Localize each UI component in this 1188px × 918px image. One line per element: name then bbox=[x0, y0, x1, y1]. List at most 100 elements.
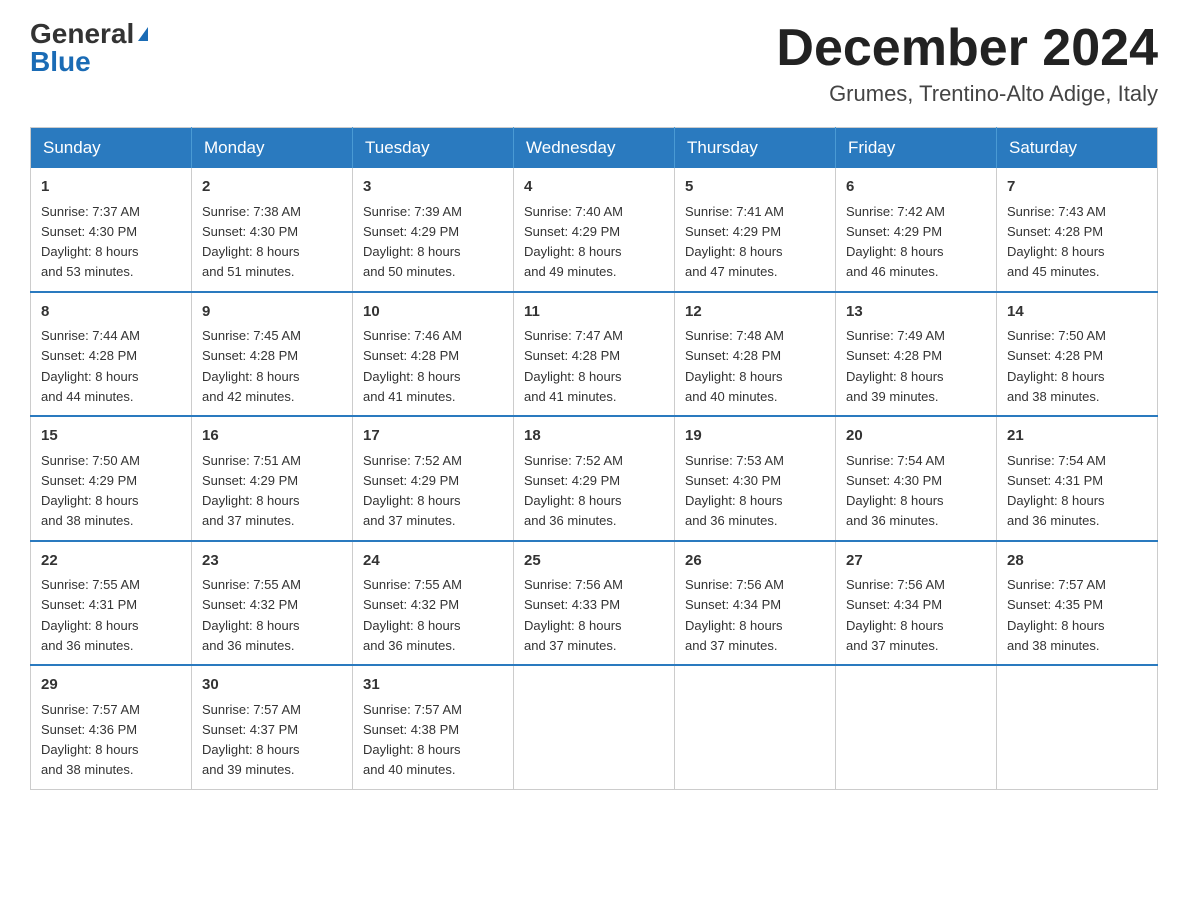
day-info: Sunrise: 7:56 AMSunset: 4:34 PMDaylight:… bbox=[846, 577, 945, 653]
day-number: 2 bbox=[202, 176, 342, 199]
calendar-week-row: 29 Sunrise: 7:57 AMSunset: 4:36 PMDayligh… bbox=[31, 665, 1158, 789]
calendar-day-cell: 26Sunrise: 7:56 AMSunset: 4:34 PMDayligh… bbox=[675, 541, 836, 666]
day-number: 19 bbox=[685, 425, 825, 448]
day-info: Sunrise: 7:52 AMSunset: 4:29 PMDaylight:… bbox=[363, 453, 462, 529]
day-number: 13 bbox=[846, 301, 986, 324]
day-number: 15 bbox=[41, 425, 181, 448]
day-info: Sunrise: 7:43 AMSunset: 4:28 PMDaylight:… bbox=[1007, 204, 1106, 280]
day-info: Sunrise: 7:55 AMSunset: 4:31 PMDaylight:… bbox=[41, 577, 140, 653]
day-number: 11 bbox=[524, 301, 664, 324]
day-info: Sunrise: 7:40 AMSunset: 4:29 PMDaylight:… bbox=[524, 204, 623, 280]
calendar-week-row: 22Sunrise: 7:55 AMSunset: 4:31 PMDayligh… bbox=[31, 541, 1158, 666]
calendar-day-cell: 22Sunrise: 7:55 AMSunset: 4:31 PMDayligh… bbox=[31, 541, 192, 666]
calendar-day-cell: 5 Sunrise: 7:41 AMSunset: 4:29 PMDaylight… bbox=[675, 168, 836, 292]
calendar-day-cell: 31Sunrise: 7:57 AMSunset: 4:38 PMDayligh… bbox=[353, 665, 514, 789]
calendar-day-header: Tuesday bbox=[353, 128, 514, 169]
calendar-week-row: 15 Sunrise: 7:50 AMSunset: 4:29 PMDayligh… bbox=[31, 416, 1158, 541]
calendar-day-cell: 6 Sunrise: 7:42 AMSunset: 4:29 PMDaylight… bbox=[836, 168, 997, 292]
day-number: 5 bbox=[685, 176, 825, 199]
calendar-day-cell: 4 Sunrise: 7:40 AMSunset: 4:29 PMDaylight… bbox=[514, 168, 675, 292]
day-info: Sunrise: 7:53 AMSunset: 4:30 PMDaylight:… bbox=[685, 453, 784, 529]
day-number: 21 bbox=[1007, 425, 1147, 448]
day-number: 20 bbox=[846, 425, 986, 448]
day-info: Sunrise: 7:50 AMSunset: 4:29 PMDaylight:… bbox=[41, 453, 140, 529]
day-number: 1 bbox=[41, 176, 181, 199]
day-number: 23 bbox=[202, 550, 342, 573]
day-info: Sunrise: 7:50 AMSunset: 4:28 PMDaylight:… bbox=[1007, 328, 1106, 404]
day-info: Sunrise: 7:57 AMSunset: 4:37 PMDaylight:… bbox=[202, 702, 301, 778]
logo: General Blue bbox=[30, 20, 148, 76]
day-number: 30 bbox=[202, 674, 342, 697]
day-number: 27 bbox=[846, 550, 986, 573]
day-info: Sunrise: 7:46 AMSunset: 4:28 PMDaylight:… bbox=[363, 328, 462, 404]
day-info: Sunrise: 7:47 AMSunset: 4:28 PMDaylight:… bbox=[524, 328, 623, 404]
calendar-day-cell: 10Sunrise: 7:46 AMSunset: 4:28 PMDayligh… bbox=[353, 292, 514, 417]
day-info: Sunrise: 7:56 AMSunset: 4:33 PMDaylight:… bbox=[524, 577, 623, 653]
day-info: Sunrise: 7:41 AMSunset: 4:29 PMDaylight:… bbox=[685, 204, 784, 280]
day-number: 28 bbox=[1007, 550, 1147, 573]
calendar-day-header: Friday bbox=[836, 128, 997, 169]
page-header: General Blue December 2024 Grumes, Trent… bbox=[30, 20, 1158, 107]
day-info: Sunrise: 7:57 AMSunset: 4:35 PMDaylight:… bbox=[1007, 577, 1106, 653]
calendar-day-cell: 28 Sunrise: 7:57 AMSunset: 4:35 PMDayligh… bbox=[997, 541, 1158, 666]
day-number: 7 bbox=[1007, 176, 1147, 199]
day-number: 8 bbox=[41, 301, 181, 324]
calendar-day-header: Wednesday bbox=[514, 128, 675, 169]
calendar-day-cell: 12 Sunrise: 7:48 AMSunset: 4:28 PMDayligh… bbox=[675, 292, 836, 417]
day-info: Sunrise: 7:57 AMSunset: 4:38 PMDaylight:… bbox=[363, 702, 462, 778]
day-info: Sunrise: 7:55 AMSunset: 4:32 PMDaylight:… bbox=[363, 577, 462, 653]
title-section: December 2024 Grumes, Trentino-Alto Adig… bbox=[776, 20, 1158, 107]
calendar-day-cell: 20 Sunrise: 7:54 AMSunset: 4:30 PMDayligh… bbox=[836, 416, 997, 541]
day-info: Sunrise: 7:52 AMSunset: 4:29 PMDaylight:… bbox=[524, 453, 623, 529]
location-subtitle: Grumes, Trentino-Alto Adige, Italy bbox=[776, 81, 1158, 107]
day-number: 6 bbox=[846, 176, 986, 199]
day-info: Sunrise: 7:55 AMSunset: 4:32 PMDaylight:… bbox=[202, 577, 301, 653]
calendar-day-cell: 9 Sunrise: 7:45 AMSunset: 4:28 PMDaylight… bbox=[192, 292, 353, 417]
calendar-day-cell: 29 Sunrise: 7:57 AMSunset: 4:36 PMDayligh… bbox=[31, 665, 192, 789]
day-number: 17 bbox=[363, 425, 503, 448]
calendar-day-cell bbox=[836, 665, 997, 789]
calendar-day-cell: 19 Sunrise: 7:53 AMSunset: 4:30 PMDayligh… bbox=[675, 416, 836, 541]
calendar-day-cell: 30 Sunrise: 7:57 AMSunset: 4:37 PMDayligh… bbox=[192, 665, 353, 789]
calendar-day-cell: 17 Sunrise: 7:52 AMSunset: 4:29 PMDayligh… bbox=[353, 416, 514, 541]
day-number: 12 bbox=[685, 301, 825, 324]
day-number: 25 bbox=[524, 550, 664, 573]
month-title: December 2024 bbox=[776, 20, 1158, 77]
day-info: Sunrise: 7:54 AMSunset: 4:30 PMDaylight:… bbox=[846, 453, 945, 529]
calendar-day-cell: 23 Sunrise: 7:55 AMSunset: 4:32 PMDayligh… bbox=[192, 541, 353, 666]
day-info: Sunrise: 7:49 AMSunset: 4:28 PMDaylight:… bbox=[846, 328, 945, 404]
calendar-day-cell bbox=[514, 665, 675, 789]
calendar-day-cell: 1 Sunrise: 7:37 AMSunset: 4:30 PMDaylight… bbox=[31, 168, 192, 292]
day-info: Sunrise: 7:38 AMSunset: 4:30 PMDaylight:… bbox=[202, 204, 301, 280]
logo-general-text: General bbox=[30, 20, 134, 48]
calendar-day-cell: 7 Sunrise: 7:43 AMSunset: 4:28 PMDaylight… bbox=[997, 168, 1158, 292]
calendar-day-cell: 27 Sunrise: 7:56 AMSunset: 4:34 PMDayligh… bbox=[836, 541, 997, 666]
day-number: 26 bbox=[685, 550, 825, 573]
calendar-day-cell: 3 Sunrise: 7:39 AMSunset: 4:29 PMDaylight… bbox=[353, 168, 514, 292]
calendar-day-cell: 16 Sunrise: 7:51 AMSunset: 4:29 PMDayligh… bbox=[192, 416, 353, 541]
day-number: 29 bbox=[41, 674, 181, 697]
calendar-day-header: Saturday bbox=[997, 128, 1158, 169]
calendar-day-cell: 8Sunrise: 7:44 AMSunset: 4:28 PMDaylight… bbox=[31, 292, 192, 417]
calendar-day-header: Thursday bbox=[675, 128, 836, 169]
logo-blue-text: Blue bbox=[30, 48, 91, 76]
calendar-day-cell bbox=[997, 665, 1158, 789]
day-info: Sunrise: 7:51 AMSunset: 4:29 PMDaylight:… bbox=[202, 453, 301, 529]
day-info: Sunrise: 7:37 AMSunset: 4:30 PMDaylight:… bbox=[41, 204, 140, 280]
day-info: Sunrise: 7:42 AMSunset: 4:29 PMDaylight:… bbox=[846, 204, 945, 280]
day-info: Sunrise: 7:45 AMSunset: 4:28 PMDaylight:… bbox=[202, 328, 301, 404]
day-number: 4 bbox=[524, 176, 664, 199]
day-info: Sunrise: 7:57 AMSunset: 4:36 PMDaylight:… bbox=[41, 702, 140, 778]
calendar-week-row: 1 Sunrise: 7:37 AMSunset: 4:30 PMDaylight… bbox=[31, 168, 1158, 292]
calendar-table: SundayMondayTuesdayWednesdayThursdayFrid… bbox=[30, 127, 1158, 790]
day-number: 24 bbox=[363, 550, 503, 573]
calendar-day-header: Monday bbox=[192, 128, 353, 169]
day-info: Sunrise: 7:48 AMSunset: 4:28 PMDaylight:… bbox=[685, 328, 784, 404]
calendar-header-row: SundayMondayTuesdayWednesdayThursdayFrid… bbox=[31, 128, 1158, 169]
day-info: Sunrise: 7:39 AMSunset: 4:29 PMDaylight:… bbox=[363, 204, 462, 280]
day-number: 16 bbox=[202, 425, 342, 448]
calendar-week-row: 8Sunrise: 7:44 AMSunset: 4:28 PMDaylight… bbox=[31, 292, 1158, 417]
calendar-day-cell: 15 Sunrise: 7:50 AMSunset: 4:29 PMDayligh… bbox=[31, 416, 192, 541]
day-number: 3 bbox=[363, 176, 503, 199]
day-number: 9 bbox=[202, 301, 342, 324]
